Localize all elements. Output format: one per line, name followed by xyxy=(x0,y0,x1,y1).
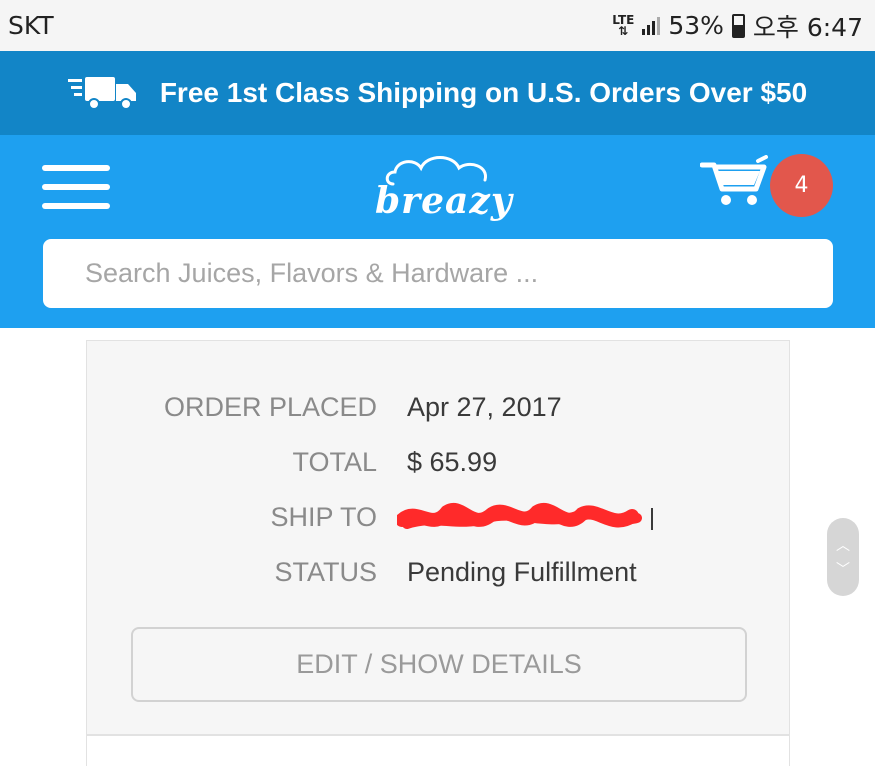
ship-to-value-redacted xyxy=(397,498,672,536)
next-card xyxy=(86,735,790,766)
battery-percent: 53% xyxy=(668,11,724,40)
redaction-scribble xyxy=(397,503,653,530)
order-placed-row: ORDER PLACED Apr 27, 2017 xyxy=(87,387,791,427)
scroll-control[interactable]: ︿ ﹀ xyxy=(827,518,859,596)
order-placed-value: Apr 27, 2017 xyxy=(407,391,562,422)
promo-text: Free 1st Class Shipping on U.S. Orders O… xyxy=(159,77,808,108)
battery-icon xyxy=(731,13,745,38)
ship-to-row: SHIP TO xyxy=(87,497,791,537)
status-value: Pending Fulfillment xyxy=(407,556,637,587)
carrier-name: SKT xyxy=(8,11,54,40)
total-row: TOTAL $ 65.99 xyxy=(87,442,791,482)
order-placed-label: ORDER PLACED xyxy=(163,391,377,422)
site-logo[interactable]: breazy xyxy=(365,150,515,232)
truck-icon xyxy=(67,77,136,110)
status-row: STATUS Pending Fulfillment xyxy=(87,552,791,592)
order-card: ORDER PLACED Apr 27, 2017 TOTAL $ 65.99 … xyxy=(86,340,790,735)
status-indicators: LTE ⇅ 53% 오후 6:47 xyxy=(612,8,863,44)
chevron-up-icon[interactable]: ︿ xyxy=(836,535,850,555)
status-bar: SKT LTE ⇅ 53% 오후 6:47 xyxy=(0,0,875,51)
site-header: breazy 4 xyxy=(0,135,875,328)
edit-show-details-button[interactable]: EDIT / SHOW DETAILS xyxy=(131,627,747,702)
chevron-down-icon[interactable]: ﹀ xyxy=(836,559,850,579)
logo-text: breazy xyxy=(375,180,513,222)
hamburger-icon[interactable] xyxy=(42,165,110,209)
signal-icon xyxy=(642,16,661,35)
search-input[interactable] xyxy=(43,239,833,308)
cart-count-badge[interactable]: 4 xyxy=(770,154,833,217)
network-icon: LTE ⇅ xyxy=(612,12,635,38)
clock: 오후 6:47 xyxy=(752,12,863,42)
total-label: TOTAL xyxy=(292,446,377,477)
cart-icon[interactable] xyxy=(700,155,770,207)
promo-banner[interactable]: Free 1st Class Shipping on U.S. Orders O… xyxy=(0,51,875,135)
ship-to-label: SHIP TO xyxy=(270,501,377,532)
total-value: $ 65.99 xyxy=(407,446,498,477)
status-label: STATUS xyxy=(274,556,377,587)
